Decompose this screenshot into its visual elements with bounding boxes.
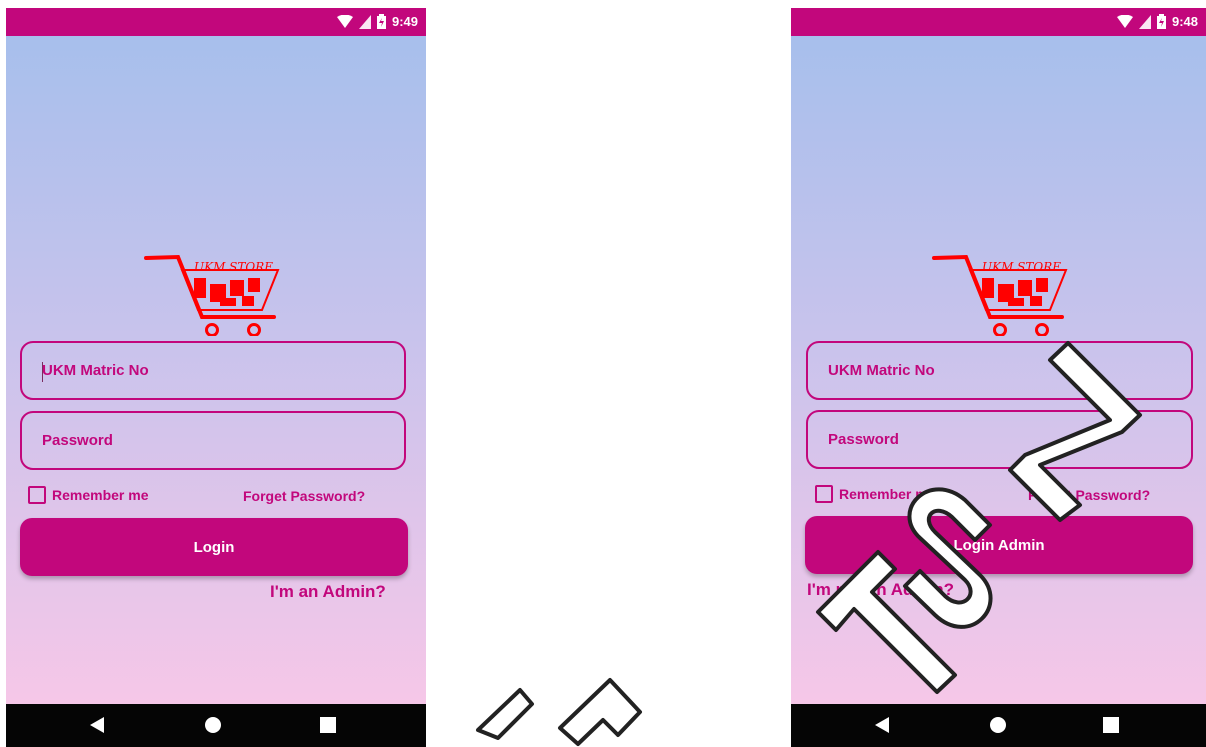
password-placeholder: Password [42, 432, 113, 449]
back-icon[interactable] [875, 717, 889, 733]
admin-switch-link[interactable]: I'm not an Admin? [807, 580, 954, 600]
wifi-icon [336, 14, 353, 28]
login-screen: UKM STORE UKM Matric No Password Remembe… [6, 36, 426, 704]
home-icon[interactable] [204, 716, 222, 734]
remember-label: Remember me [52, 487, 149, 503]
password-placeholder: Password [828, 431, 899, 448]
ukm-store-cart-logo: UKM STORE [932, 254, 1068, 336]
checkbox-box[interactable] [815, 485, 833, 503]
remember-me-checkbox[interactable]: Remember me [28, 486, 149, 504]
matric-placeholder: UKM Matric No [42, 362, 149, 379]
logo-text: UKM STORE [194, 260, 273, 274]
matric-input[interactable]: UKM Matric No [806, 341, 1193, 400]
navigation-bar [6, 704, 426, 747]
recents-icon[interactable] [320, 717, 336, 733]
wifi-icon [1116, 14, 1133, 28]
status-time: 9:49 [391, 14, 418, 29]
home-icon[interactable] [989, 716, 1007, 734]
forget-password-link[interactable]: Forget Password? [243, 488, 365, 504]
battery-icon [376, 14, 386, 29]
battery-icon [1156, 14, 1166, 29]
phone-left: 9:49 UKM STORE UKM Matric No Password Re… [6, 8, 426, 747]
matric-input[interactable]: UKM Matric No [20, 341, 406, 400]
status-time: 9:48 [1171, 14, 1198, 29]
navigation-bar [791, 704, 1206, 747]
checkbox-box[interactable] [28, 486, 46, 504]
recents-icon[interactable] [1103, 717, 1119, 733]
phone-right: 9:48 UKM STORE UKM Matric No Password Re… [791, 8, 1206, 747]
text-caret [42, 362, 43, 382]
remember-label: Remember me [839, 486, 936, 502]
status-bar: 9:49 [6, 8, 426, 36]
admin-switch-link[interactable]: I'm an Admin? [270, 582, 386, 602]
matric-placeholder: UKM Matric No [828, 362, 935, 379]
login-button[interactable]: Login [20, 518, 408, 576]
remember-me-checkbox[interactable]: Remember me [815, 485, 936, 503]
logo-text: UKM STORE [982, 260, 1061, 274]
signal-icon [358, 14, 371, 29]
status-bar: 9:48 [791, 8, 1206, 36]
login-admin-button[interactable]: Login Admin [805, 516, 1193, 574]
admin-login-screen: UKM STORE UKM Matric No Password Remembe… [791, 36, 1206, 704]
forget-password-link[interactable]: Forget Password? [1028, 487, 1150, 503]
back-icon[interactable] [90, 717, 104, 733]
password-input[interactable]: Password [20, 411, 406, 470]
signal-icon [1138, 14, 1151, 29]
password-input[interactable]: Password [806, 410, 1193, 469]
ukm-store-cart-logo: UKM STORE [144, 254, 280, 336]
